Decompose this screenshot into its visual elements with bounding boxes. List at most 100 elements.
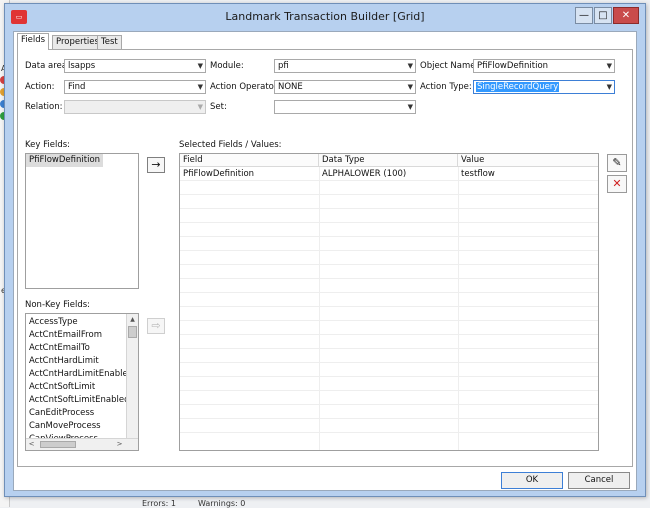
table-row [180,420,598,433]
table-row [180,280,598,293]
list-item[interactable]: ActCntSoftLimitEnabled [26,394,130,407]
list-item[interactable]: PfiFlowDefinition [26,154,104,167]
add-non-key-field-button[interactable]: ⇨ [147,318,165,334]
set-label: Set: [210,102,227,112]
chevron-down-icon: ▼ [407,83,413,91]
table-row [180,224,598,237]
tab-test[interactable]: Test [97,35,122,49]
scroll-up-icon[interactable]: ▲ [127,314,138,325]
list-item[interactable]: CanEditProcess [26,407,126,420]
cell-value[interactable]: testflow [458,168,495,181]
maximize-button[interactable]: □ [594,7,612,24]
list-item[interactable]: AccessType [26,316,126,329]
delete-button[interactable]: ✕ [607,175,627,193]
non-key-fields-list[interactable]: AccessType ActCntEmailFrom ActCntEmailTo… [25,313,139,451]
table-row [180,350,598,363]
window-title: Landmark Transaction Builder [Grid] [225,10,425,23]
action-operator-label: Action Operator: [210,82,281,92]
arrow-right-icon: ⇨ [151,319,161,332]
table-row [180,308,598,321]
list-item[interactable]: ActCntHardLimit [26,355,126,368]
cell-data-type[interactable]: ALPHALOWER (100) [319,168,406,181]
chevron-down-icon: ▼ [407,103,413,111]
table-row [180,238,598,251]
scroll-left-icon[interactable]: < [26,439,37,450]
edit-button[interactable]: ✎ [607,154,627,172]
table-row [180,294,598,307]
column-header-field[interactable]: Field [180,154,319,167]
table-row [180,266,598,279]
action-label: Action: [25,82,55,92]
action-combo[interactable]: Find ▼ [64,80,206,94]
horizontal-scrollbar[interactable]: < > [26,438,138,450]
set-combo[interactable]: ▼ [274,100,416,114]
table-row [180,364,598,377]
transaction-builder-window: Landmark Transaction Builder [Grid] ▭ — … [4,3,646,497]
list-item[interactable]: CanMoveProcess [26,420,126,433]
chevron-down-icon: ▼ [606,83,612,91]
action-operator-value: NONE [278,82,303,92]
table-row [180,322,598,335]
scroll-right-icon[interactable]: > [114,439,125,450]
tab-fields[interactable]: Fields [17,33,50,50]
action-operator-combo[interactable]: NONE ▼ [274,80,416,94]
close-button[interactable]: ✕ [613,7,639,24]
grid-header: Field Data Type Value [180,154,598,167]
action-value: Find [68,82,86,92]
ok-button[interactable]: OK [501,472,563,489]
table-row [180,336,598,349]
non-key-fields-label: Non-Key Fields: [25,300,91,310]
table-row[interactable]: PfiFlowDefinition ALPHALOWER (100) testf… [180,168,598,181]
minimize-button[interactable]: — [575,7,593,24]
cell-field[interactable]: PfiFlowDefinition [180,168,254,181]
vertical-scrollbar[interactable]: ▲ [126,314,138,438]
relation-label: Relation: [25,102,63,112]
column-header-value[interactable]: Value [458,154,598,167]
action-type-label: Action Type: [420,82,472,92]
object-name-label: Object Name: [420,61,479,71]
relation-combo: ▼ [64,100,206,114]
data-area-combo[interactable]: lsapps ▼ [64,59,206,73]
chevron-down-icon: ▼ [197,83,203,91]
table-row [180,406,598,419]
cancel-button[interactable]: Cancel [568,472,630,489]
app-icon: ▭ [11,10,27,24]
add-key-field-button[interactable]: → [147,157,165,173]
action-type-value: SingleRecordQuery [476,82,560,92]
tab-properties[interactable]: Properties [52,35,103,49]
table-row [180,378,598,391]
chevron-down-icon: ▼ [197,103,203,111]
fields-tab-panel: Data area: lsapps ▼ Module: pfi ▼ Object… [17,49,633,467]
table-row [180,252,598,265]
module-label: Module: [210,61,244,71]
pencil-icon: ✎ [612,156,622,169]
key-fields-label: Key Fields: [25,140,71,150]
table-row [180,196,598,209]
column-header-data-type[interactable]: Data Type [319,154,458,167]
module-value: pfi [278,61,289,71]
chevron-down-icon: ▼ [197,62,203,70]
arrow-right-icon: → [151,158,161,171]
list-item[interactable]: ActCntEmailTo [26,342,126,355]
selected-fields-grid[interactable]: Field Data Type Value PfiFlowDefinition … [179,153,599,451]
module-combo[interactable]: pfi ▼ [274,59,416,73]
object-name-value: PfiFlowDefinition [477,61,549,71]
selected-fields-label: Selected Fields / Values: [179,140,282,150]
object-name-combo[interactable]: PfiFlowDefinition ▼ [473,59,615,73]
list-item[interactable]: ActCntSoftLimit [26,381,126,394]
key-fields-list[interactable]: PfiFlowDefinition [25,153,139,289]
scroll-thumb[interactable] [40,441,76,448]
scroll-thumb[interactable] [128,326,137,338]
chevron-down-icon: ▼ [606,62,612,70]
list-item[interactable]: ActCntEmailFrom [26,329,126,342]
table-row [180,210,598,223]
action-type-combo[interactable]: SingleRecordQuery ▼ [473,80,615,94]
data-area-value: lsapps [68,61,96,71]
title-bar[interactable]: Landmark Transaction Builder [Grid] ▭ — … [5,4,645,30]
dialog-client-area: Fields Properties Test Data area: lsapps… [13,31,637,491]
list-item[interactable]: ActCntHardLimitEnabled [26,368,133,381]
chevron-down-icon: ▼ [407,62,413,70]
table-row [180,392,598,405]
table-row [180,182,598,195]
delete-icon: ✕ [612,177,622,190]
